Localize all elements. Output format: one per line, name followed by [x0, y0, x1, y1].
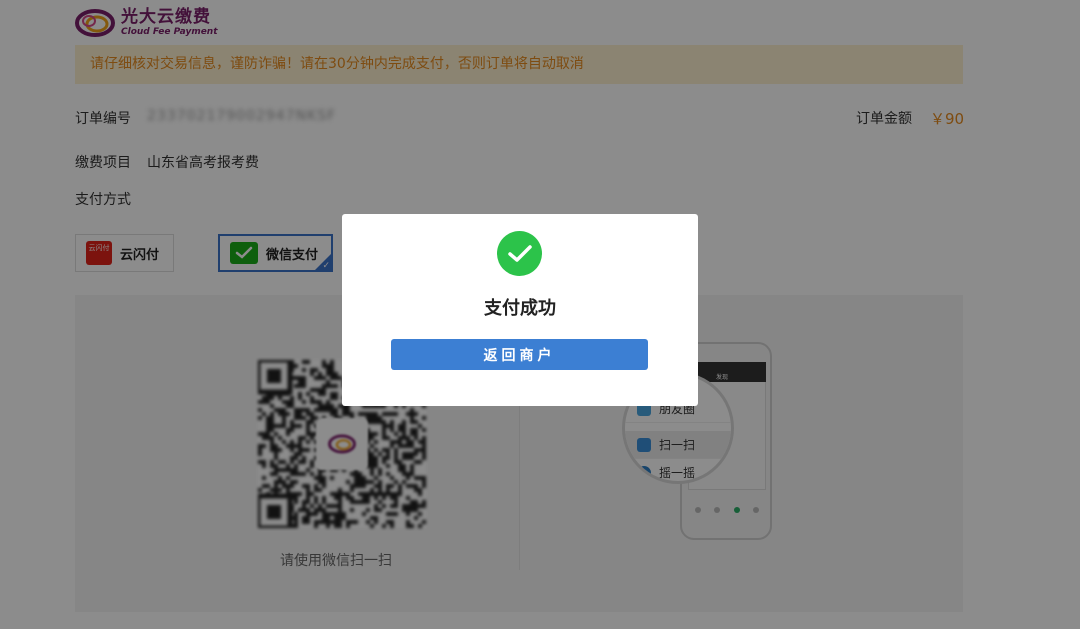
return-to-merchant-button[interactable]: 返回商户 — [391, 339, 648, 370]
payment-success-dialog: 支付成功 返回商户 — [342, 214, 698, 406]
success-check-icon — [497, 231, 542, 276]
dialog-title: 支付成功 — [484, 298, 556, 319]
